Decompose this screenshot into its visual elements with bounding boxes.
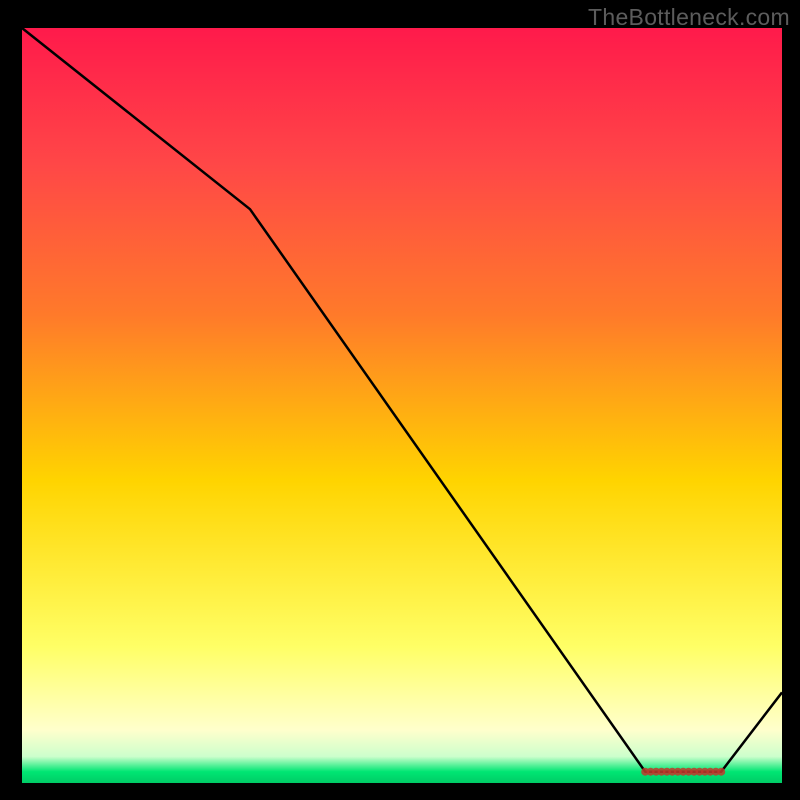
watermark-text: TheBottleneck.com bbox=[588, 4, 790, 31]
chart-svg bbox=[22, 28, 782, 783]
optimal-marker-band bbox=[641, 768, 725, 776]
chart-frame: TheBottleneck.com bbox=[0, 0, 800, 800]
gradient-background bbox=[22, 28, 782, 783]
plot-area bbox=[22, 28, 782, 783]
